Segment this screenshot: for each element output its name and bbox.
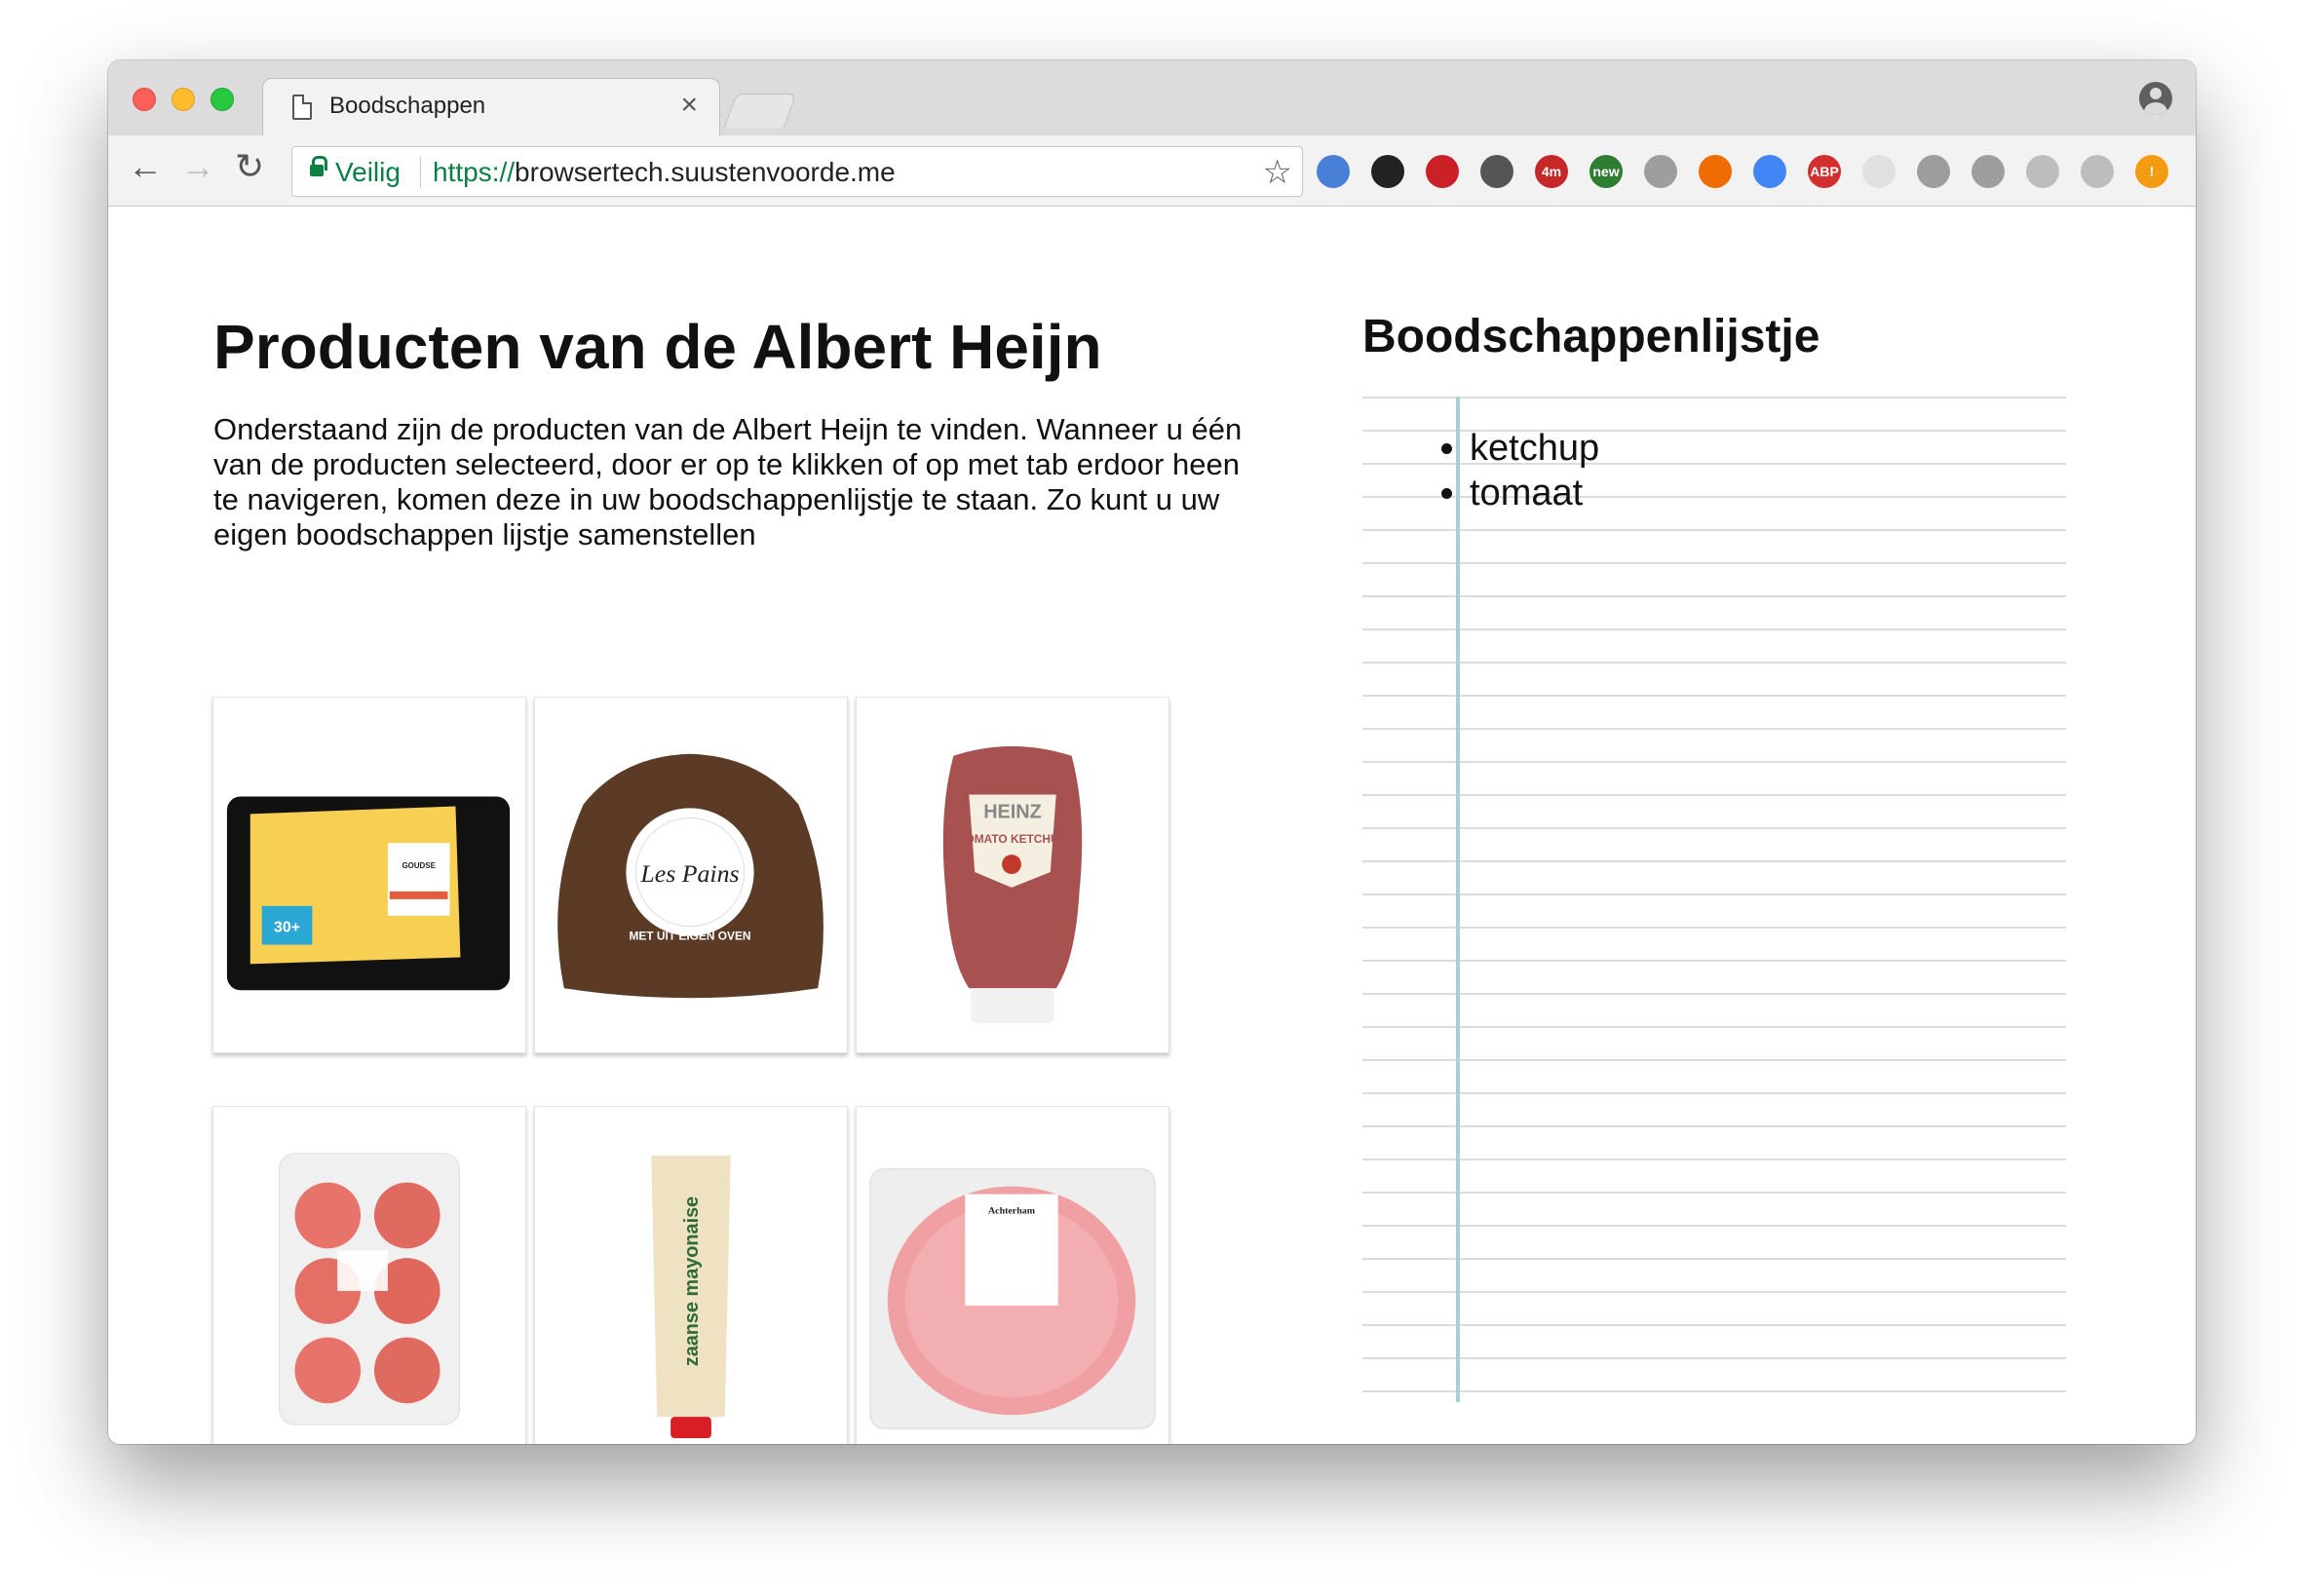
notebook-margin-line	[1456, 397, 1460, 1402]
lock-icon	[310, 156, 327, 176]
page-title: Producten van de Albert Heijn	[213, 312, 1102, 382]
window-minimize-button[interactable]	[172, 88, 195, 111]
move-extension-icon[interactable]	[1480, 155, 1513, 188]
settings-extension-icon[interactable]	[2026, 155, 2059, 188]
product-mayonaise[interactable]: zaanse mayonaise	[534, 1106, 848, 1444]
product-kaas[interactable]: GOUDSE 30+	[212, 697, 526, 1053]
url-scheme: https://	[433, 157, 516, 187]
bread-ring-text: MET UIT EIGEN OVEN	[629, 930, 750, 943]
profile-icon[interactable]	[2139, 82, 2172, 115]
timer-extension-icon[interactable]: 4m	[1535, 155, 1568, 188]
reload-icon[interactable]: ↻	[235, 147, 264, 186]
tab-strip: Boodschappen ×	[108, 60, 2196, 136]
tab-boodschappen[interactable]: Boodschappen ×	[262, 78, 720, 136]
cheese-image: GOUDSE 30+	[226, 796, 511, 991]
cheese-badge: 30+	[274, 920, 300, 936]
product-ham[interactable]: Achterham	[856, 1106, 1169, 1444]
shopping-list-title: Boodschappenlijstje	[1362, 311, 1820, 362]
product-brood[interactable]: Les Pains MET UIT EIGEN OVEN	[534, 697, 848, 1053]
adblock-extension-icon[interactable]: ABP	[1808, 155, 1841, 188]
tab-close-icon[interactable]: ×	[680, 89, 698, 121]
ham-label: Achterham	[988, 1205, 1036, 1216]
mayonnaise-label: zaanse mayonaise	[681, 1197, 703, 1366]
mayonnaise-image: zaanse mayonaise	[651, 1155, 731, 1439]
notebook: ketchup tomaat	[1362, 397, 2066, 1402]
back-icon[interactable]: ←	[128, 147, 163, 186]
product-ketchup[interactable]: HEINZ TOMATO KETCHUP	[856, 697, 1169, 1053]
fire-extension-icon[interactable]	[1699, 155, 1732, 188]
bread-image: Les Pains MET UIT EIGEN OVEN	[557, 753, 823, 999]
skype-extension-icon[interactable]	[1644, 155, 1677, 188]
eye-extension-icon[interactable]	[1317, 155, 1350, 188]
translate-extension-icon[interactable]	[1753, 155, 1786, 188]
block-extension-icon[interactable]	[1917, 155, 1950, 188]
intro-text: Onderstaand zijn de producten van de Alb…	[213, 412, 1243, 551]
list-item: ketchup	[1470, 426, 1599, 471]
bread-label: Les Pains	[639, 859, 739, 888]
url-host: browsertech.suustenvoorde.me	[515, 157, 896, 187]
url-text[interactable]: https://browsertech.suustenvoorde.me	[433, 157, 896, 188]
qr-extension-icon[interactable]	[1972, 155, 2005, 188]
ketchup-image: HEINZ TOMATO KETCHUP	[942, 745, 1083, 1024]
browser-toolbar: ← → ↻ Veilig https://browsertech.suusten…	[108, 135, 2196, 207]
ketchup-sub: TOMATO KETCHUP	[958, 832, 1066, 846]
browser-window: Boodschappen × ← → ↻ Veilig https://brow…	[108, 60, 2196, 1444]
new-extension-icon[interactable]: new	[1589, 155, 1623, 188]
secure-label: Veilig	[335, 157, 401, 187]
amazon-extension-icon[interactable]	[1862, 155, 1896, 188]
shopping-list: ketchup tomaat	[1470, 426, 1599, 515]
alert-extension-icon[interactable]: !	[2135, 155, 2168, 188]
window-close-button[interactable]	[133, 88, 156, 111]
page-content: Producten van de Albert Heijn Onderstaan…	[108, 208, 2196, 1444]
cheese-label: GOUDSE	[402, 861, 435, 870]
dmg-extension-icon[interactable]	[2081, 155, 2114, 188]
bookmark-star-icon[interactable]: ☆	[1263, 153, 1292, 192]
colorpicker-extension-icon[interactable]	[1371, 155, 1404, 188]
tab-title: Boodschappen	[329, 93, 486, 119]
address-divider	[420, 157, 421, 188]
pinterest-extension-icon[interactable]	[1426, 155, 1459, 188]
product-tomaat[interactable]	[212, 1106, 526, 1444]
list-item: tomaat	[1470, 471, 1599, 515]
address-bar[interactable]: Veilig https://browsertech.suustenvoorde…	[291, 146, 1303, 197]
window-maximize-button[interactable]	[211, 88, 234, 111]
ketchup-brand: HEINZ	[983, 801, 1042, 822]
page-icon	[292, 95, 312, 120]
ham-image: Achterham	[869, 1168, 1156, 1429]
new-tab-button[interactable]	[723, 94, 797, 129]
forward-icon[interactable]: →	[180, 147, 215, 186]
tomato-image	[279, 1153, 460, 1425]
